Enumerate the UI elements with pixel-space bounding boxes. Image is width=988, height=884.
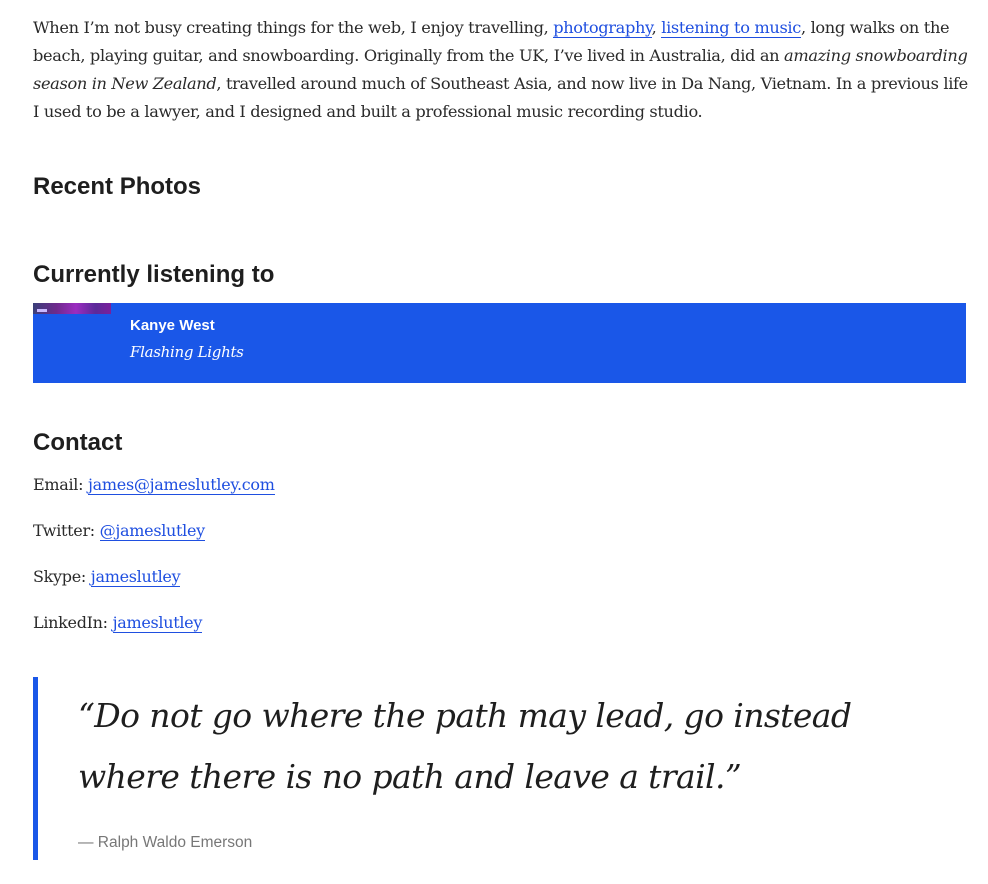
- skype-link[interactable]: jameslutley: [90, 567, 181, 587]
- now-playing-artist: Kanye West: [130, 317, 215, 334]
- contact-linkedin-row: LinkedIn: jameslutley: [33, 611, 202, 635]
- linkedin-label: LinkedIn:: [33, 613, 113, 632]
- contact-twitter-row: Twitter: @jameslutley: [33, 519, 205, 543]
- bio-separator: ,: [651, 18, 662, 37]
- photography-link[interactable]: photography: [553, 18, 652, 38]
- quote-citation: — Ralph Waldo Emerson: [78, 834, 253, 851]
- now-playing-card[interactable]: Kanye West Flashing Lights: [33, 303, 966, 383]
- skype-label: Skype:: [33, 567, 91, 586]
- currently-listening-heading: Currently listening to: [33, 261, 275, 288]
- twitter-label: Twitter:: [33, 521, 100, 540]
- bio-text-1: When I’m not busy creating things for th…: [33, 18, 554, 37]
- now-playing-track: Flashing Lights: [130, 343, 244, 361]
- contact-email-row: Email: james@jameslutley.com: [33, 473, 275, 497]
- twitter-link[interactable]: @jameslutley: [99, 521, 205, 541]
- linkedin-link[interactable]: jameslutley: [112, 613, 202, 633]
- contact-skype-row: Skype: jameslutley: [33, 565, 181, 589]
- quote-text: “Do not go where the path may lead, go i…: [78, 696, 852, 796]
- quote-block: “Do not go where the path may lead, go i…: [33, 677, 971, 860]
- email-label: Email:: [33, 475, 89, 494]
- listening-to-music-link[interactable]: listening to music: [661, 18, 801, 38]
- album-art-image: [33, 303, 111, 314]
- email-link[interactable]: james@jameslutley.com: [88, 475, 275, 495]
- recent-photos-heading: Recent Photos: [33, 173, 202, 200]
- contact-heading: Contact: [33, 429, 123, 456]
- bio-paragraph: When I’m not busy creating things for th…: [33, 14, 969, 126]
